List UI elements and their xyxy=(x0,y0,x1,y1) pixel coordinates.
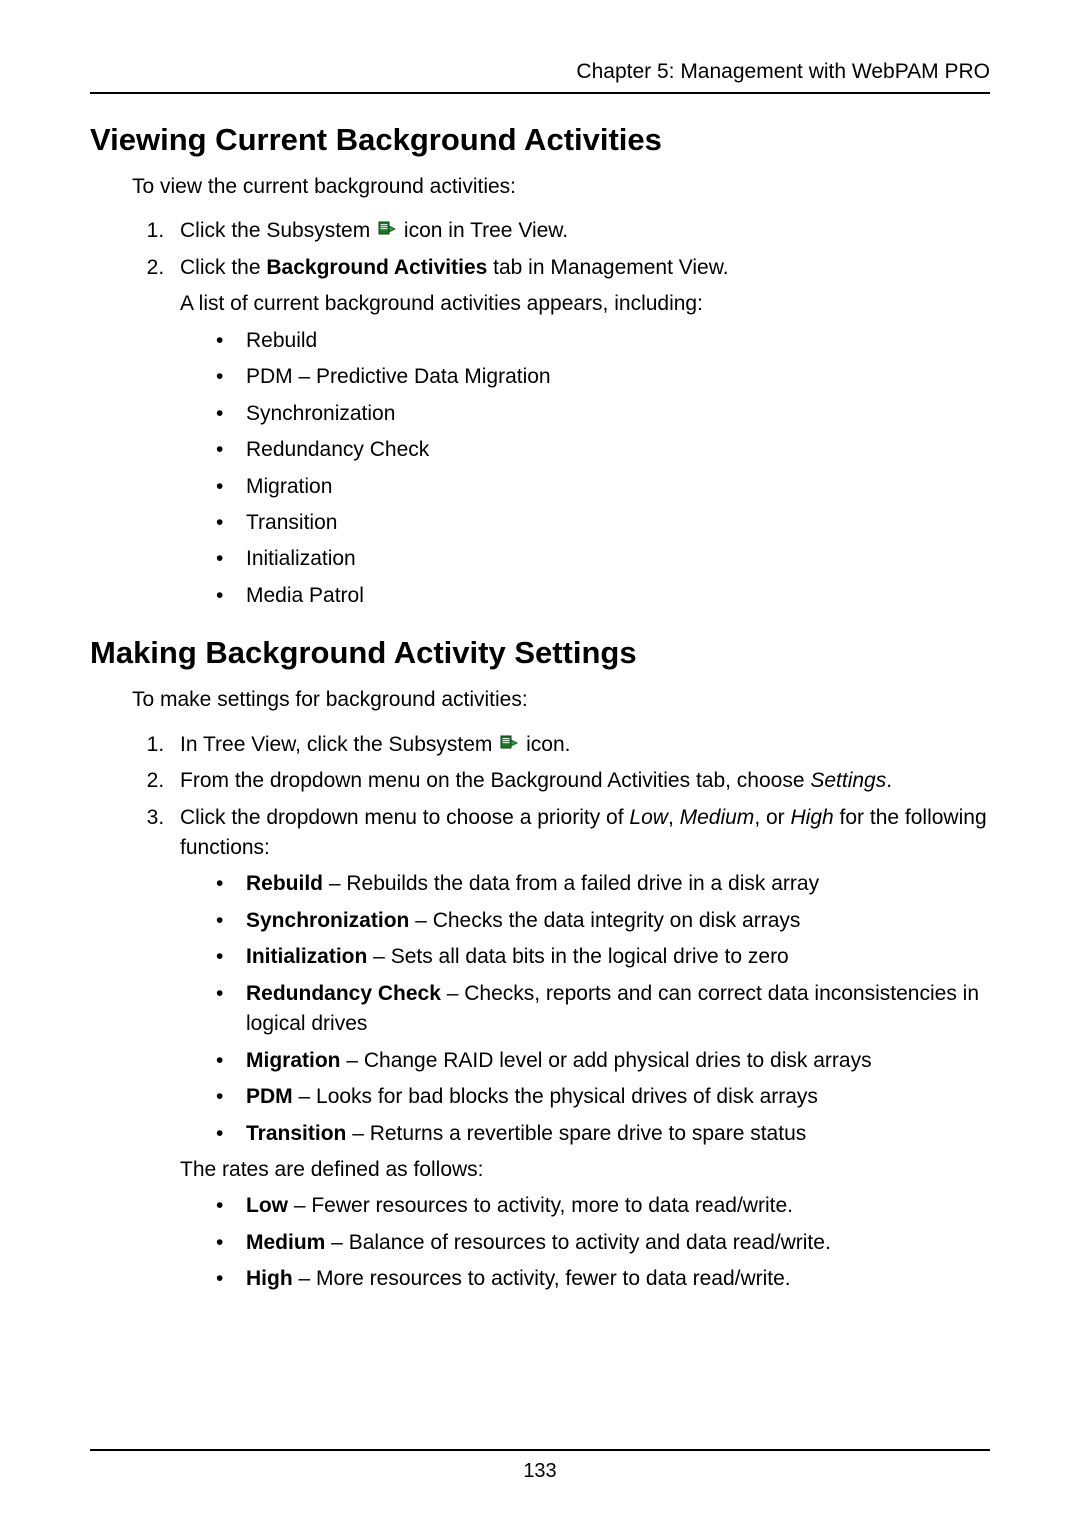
list-item: Rebuild – Rebuilds the data from a faile… xyxy=(216,869,990,899)
section2-intro: To make settings for background activiti… xyxy=(132,685,990,715)
list-item: Initialization – Sets all data bits in t… xyxy=(216,942,990,972)
priority-low: Low xyxy=(629,806,668,829)
s2-step2-a: From the dropdown menu on the Background… xyxy=(180,769,810,792)
step-3: Click the dropdown menu to choose a prio… xyxy=(170,803,990,1295)
list-item: Redundancy Check – Checks, reports and c… xyxy=(216,979,990,1040)
functions-list: Rebuild – Rebuilds the data from a faile… xyxy=(216,869,990,1149)
page-number: 133 xyxy=(90,1460,990,1483)
step-2: Click the Background Activities tab in M… xyxy=(170,253,990,611)
s2-step2-italic: Settings xyxy=(810,769,886,792)
section1-intro: To view the current background activitie… xyxy=(132,172,990,202)
s2-step1-a: In Tree View, click the Subsystem xyxy=(180,733,498,756)
list-item: Initialization xyxy=(216,544,990,574)
section2-steps: In Tree View, click the Subsystem icon. … xyxy=(132,730,990,1295)
step-1: Click the Subsystem icon in Tree View. xyxy=(170,216,990,246)
list-item: Transition xyxy=(216,508,990,538)
section-heading-settings: Making Background Activity Settings xyxy=(90,635,990,671)
step2-subtext: A list of current background activities … xyxy=(180,289,990,319)
header-rule xyxy=(90,92,990,94)
footer-rule xyxy=(90,1449,990,1451)
document-page: Chapter 5: Management with WebPAM PRO Vi… xyxy=(0,0,1080,1529)
step1-text-a: Click the Subsystem xyxy=(180,219,376,242)
list-item: PDM – Looks for bad blocks the physical … xyxy=(216,1082,990,1112)
s2-step3-a: Click the dropdown menu to choose a prio… xyxy=(180,806,629,829)
list-item: Low – Fewer resources to activity, more … xyxy=(216,1191,990,1221)
list-item: PDM – Predictive Data Migration xyxy=(216,362,990,392)
list-item: Migration – Change RAID level or add phy… xyxy=(216,1046,990,1076)
list-item: Transition – Returns a revertible spare … xyxy=(216,1119,990,1149)
step2-text-b: tab in Management View. xyxy=(487,256,728,279)
activity-list: Rebuild PDM – Predictive Data Migration … xyxy=(216,326,990,612)
step1-text-b: icon in Tree View. xyxy=(404,219,568,242)
list-item: Migration xyxy=(216,472,990,502)
list-item: Media Patrol xyxy=(216,581,990,611)
section-heading-viewing: Viewing Current Background Activities xyxy=(90,122,990,158)
chapter-header: Chapter 5: Management with WebPAM PRO xyxy=(90,60,990,84)
list-item: Medium – Balance of resources to activit… xyxy=(216,1228,990,1258)
step2-text-a: Click the xyxy=(180,256,266,279)
rates-intro: The rates are defined as follows: xyxy=(180,1155,990,1185)
s2-step1-b: icon. xyxy=(526,733,570,756)
subsystem-icon xyxy=(378,218,396,236)
s2-step2-b: . xyxy=(886,769,892,792)
step-2: From the dropdown menu on the Background… xyxy=(170,766,990,796)
priority-medium: Medium xyxy=(680,806,755,829)
subsystem-icon xyxy=(500,732,518,750)
rates-list: Low – Fewer resources to activity, more … xyxy=(216,1191,990,1294)
list-item: Synchronization – Checks the data integr… xyxy=(216,906,990,936)
section1-steps: Click the Subsystem icon in Tree View. C… xyxy=(132,216,990,611)
priority-high: High xyxy=(791,806,834,829)
list-item: Redundancy Check xyxy=(216,435,990,465)
list-item: Synchronization xyxy=(216,399,990,429)
step-1: In Tree View, click the Subsystem icon. xyxy=(170,730,990,760)
list-item: Rebuild xyxy=(216,326,990,356)
step2-bold: Background Activities xyxy=(266,256,487,279)
list-item: High – More resources to activity, fewer… xyxy=(216,1264,990,1294)
